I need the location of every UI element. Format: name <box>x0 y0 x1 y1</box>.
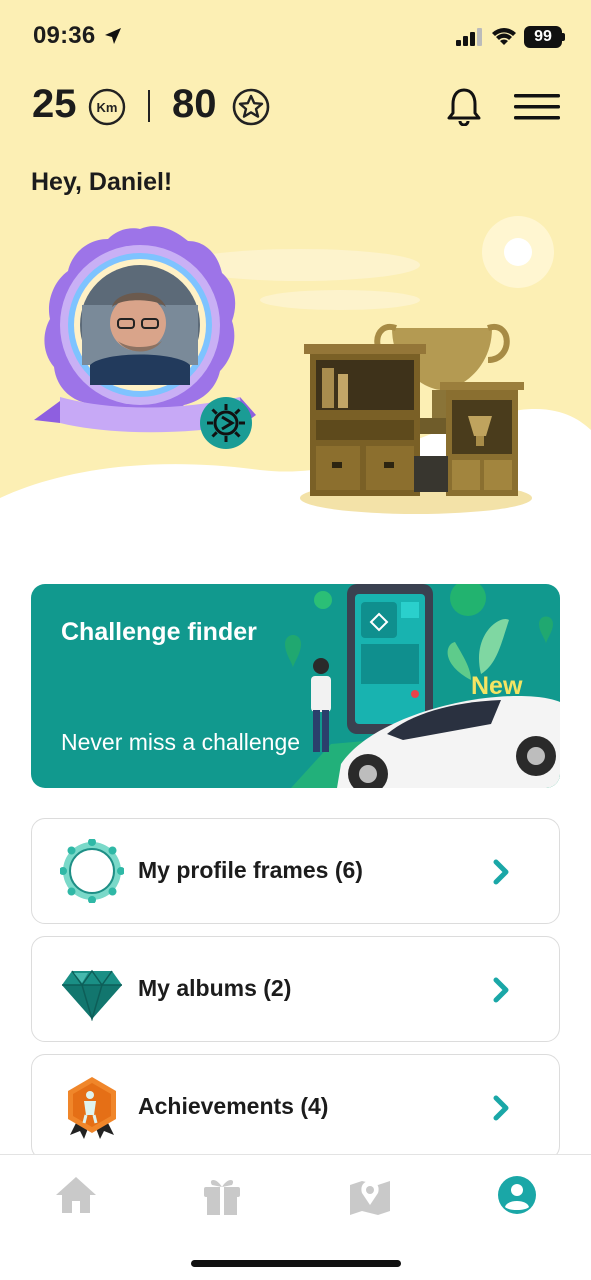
albums-label: My albums (2) <box>138 975 292 1001</box>
settings-gear-icon[interactable] <box>199 396 253 450</box>
achievement-medal-icon <box>68 1077 116 1139</box>
home-icon[interactable] <box>52 1173 100 1217</box>
banner-title: Challenge finder <box>61 618 257 646</box>
profile-icon[interactable] <box>493 1173 541 1217</box>
achievements-label: Achievements (4) <box>138 1093 329 1119</box>
challenge-finder-banner[interactable]: Challenge finder Never miss a challenge … <box>31 584 560 788</box>
wifi-icon <box>492 28 516 45</box>
profile-frames-label: My profile frames (6) <box>138 857 363 883</box>
new-badge: New <box>471 672 523 700</box>
achievements-card[interactable]: Achievements (4) <box>31 1054 560 1160</box>
battery-tip <box>562 33 565 41</box>
status-time: 09:36 <box>33 22 96 49</box>
status-bar: 09:36 99 <box>0 0 591 74</box>
km-icon: Km <box>88 88 126 126</box>
banner-subtitle: Never miss a challenge <box>61 729 301 755</box>
chevron-right-icon <box>493 859 509 885</box>
stats-divider <box>148 90 150 122</box>
chevron-right-icon <box>493 1095 509 1121</box>
hamburger-menu-icon[interactable] <box>514 94 560 120</box>
albums-card[interactable]: My albums (2) <box>31 936 560 1042</box>
trophy-cabinet-illustration <box>300 323 532 514</box>
diamond-icon <box>62 969 122 1021</box>
home-indicator <box>191 1260 401 1267</box>
profile-frame-icon <box>60 839 124 903</box>
star-icon <box>232 88 270 126</box>
distance-value: 25 <box>32 82 77 126</box>
cell-signal-icon <box>456 28 482 46</box>
gift-icon[interactable] <box>198 1173 246 1217</box>
greeting-text: Hey, Daniel! <box>31 168 173 196</box>
profile-frames-card[interactable]: My profile frames (6) <box>31 818 560 924</box>
svg-text:Km: Km <box>97 100 118 115</box>
notification-bell-icon[interactable] <box>445 86 483 126</box>
map-icon[interactable] <box>346 1173 394 1217</box>
location-arrow-icon <box>105 28 121 44</box>
points-value: 80 <box>172 82 217 126</box>
chevron-right-icon <box>493 977 509 1003</box>
battery-indicator: 99 <box>524 26 562 48</box>
